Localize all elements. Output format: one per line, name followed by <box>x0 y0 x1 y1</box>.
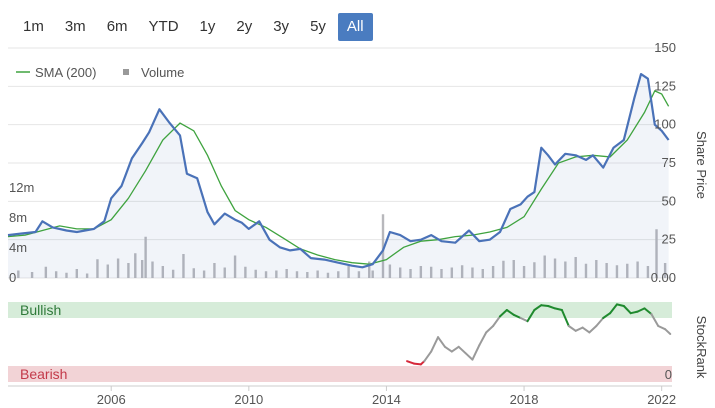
price-tick-label: 150 <box>654 40 676 55</box>
stockrank-segment <box>471 344 481 361</box>
stockrank-segment <box>412 362 422 366</box>
volume-tick-label: 4m <box>9 240 27 255</box>
bullish-zone <box>8 302 672 318</box>
stockrank-zones: Bullish Bearish <box>8 302 672 382</box>
stockrank-segment <box>406 360 415 365</box>
chart-area: 0.00 25 50 75 100 125 150 0 4m 8m 12m SMA (200) Vo… <box>7 40 709 407</box>
x-tick-label: 2006 <box>97 392 126 407</box>
price-tick-label: 25 <box>662 232 676 247</box>
stockrank-segment <box>657 325 667 331</box>
stockrank-segment <box>588 325 598 334</box>
stockrank-segment <box>540 304 550 307</box>
stockrank-axis-label: StockRank <box>694 316 709 379</box>
stockrank-segment <box>478 331 488 347</box>
price-tick-label: 100 <box>654 117 676 132</box>
x-tick-label: 2022 <box>647 392 676 407</box>
price-tick-label: 75 <box>662 155 676 170</box>
price-tick-label: 0.00 <box>651 270 676 285</box>
x-tick-label: 2010 <box>234 392 263 407</box>
stockrank-segment <box>450 345 460 353</box>
bearish-zone <box>8 366 672 382</box>
stockrank-segment <box>423 350 433 363</box>
volume-tick-label: 8m <box>9 210 27 225</box>
stockrank-segment <box>664 328 672 335</box>
stockrank-segment <box>464 352 474 361</box>
price-axis-label: Share Price <box>694 131 709 199</box>
legend-sma-label: SMA (200) <box>35 65 96 80</box>
x-tick-label: 2014 <box>372 392 401 407</box>
stockrank-segment <box>457 345 467 355</box>
bearish-label: Bearish <box>20 366 67 382</box>
volume-tick-label: 0 <box>9 270 16 285</box>
stockrank-segment <box>574 326 584 332</box>
volume-tick-label: 12m <box>9 180 34 195</box>
stockrank-segment <box>437 336 446 348</box>
x-axis: 2006 2010 2014 2018 2022 <box>8 385 676 407</box>
stockrank-segment <box>595 317 605 327</box>
legend-volume-label: Volume <box>141 65 184 80</box>
stockrank-segment <box>443 345 453 353</box>
x-tick-label: 2018 <box>510 392 539 407</box>
stockrank-tick-label: 0 <box>665 367 672 382</box>
legend-volume-swatch <box>123 69 129 75</box>
stockrank-segment <box>519 317 529 323</box>
stockrank-segment <box>567 325 577 332</box>
stockrank-segment <box>581 326 591 334</box>
stockrank-segment <box>430 336 440 353</box>
bullish-label: Bullish <box>20 302 61 318</box>
stockrank-segment <box>485 325 495 334</box>
stockrank-y-ticks: 0 <box>665 367 672 382</box>
price-tick-label: 125 <box>654 78 676 93</box>
price-tick-label: 50 <box>662 193 676 208</box>
